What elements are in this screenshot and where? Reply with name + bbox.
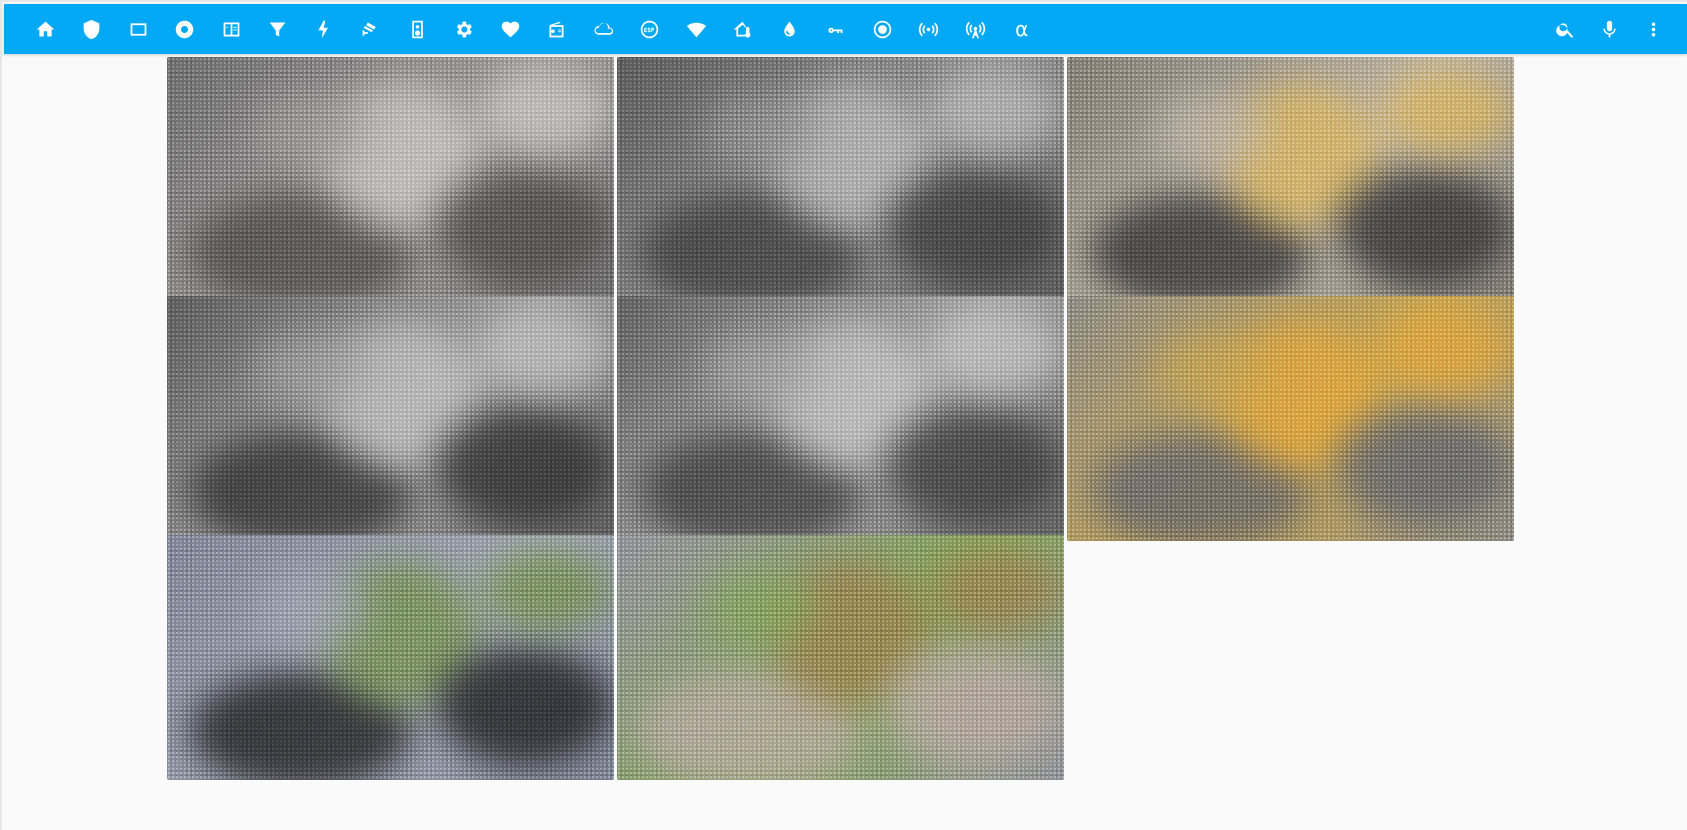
camera-noise-overlay: [167, 57, 614, 302]
microphone-icon: [1599, 19, 1620, 40]
tab-calendar[interactable]: [208, 4, 255, 54]
home-icon: [35, 19, 56, 40]
heart-pulse-icon: [500, 19, 521, 40]
tab-water[interactable]: [766, 4, 813, 54]
tab-icon-bar: α: [22, 4, 1045, 54]
doorbell-icon: [407, 19, 428, 40]
top-navigation-bar: α: [4, 4, 1687, 54]
tab-key[interactable]: [813, 4, 860, 54]
camera-feed[interactable]: [617, 57, 1064, 302]
tab-heart-pulse[interactable]: [487, 4, 534, 54]
tab-shield[interactable]: [69, 4, 116, 54]
action-search[interactable]: [1543, 4, 1587, 54]
tab-lightning[interactable]: [301, 4, 348, 54]
key-icon: [825, 19, 846, 40]
action-more-vertical[interactable]: [1631, 4, 1675, 54]
radiobox-icon: [872, 19, 893, 40]
tab-record[interactable]: [162, 4, 209, 54]
antenna-icon: [965, 19, 986, 40]
tab-home-thermometer[interactable]: [720, 4, 767, 54]
tab-cctv[interactable]: [348, 4, 395, 54]
tab-radiobox[interactable]: [859, 4, 906, 54]
camera-noise-overlay: [617, 57, 1064, 302]
record-icon: [174, 19, 195, 40]
tab-doorbell[interactable]: [394, 4, 441, 54]
search-icon: [1555, 19, 1576, 40]
camera-noise-overlay: [167, 296, 614, 541]
camera-noise-overlay: [617, 535, 1064, 780]
access-point-icon: [918, 19, 939, 40]
camera-noise-overlay: [617, 296, 1064, 541]
esp-icon: [639, 19, 660, 40]
tab-gear[interactable]: [441, 4, 488, 54]
cctv-icon: [360, 19, 381, 40]
toolbar-actions: [1543, 4, 1675, 54]
camera-feed[interactable]: [617, 535, 1064, 780]
tab-antenna[interactable]: [952, 4, 999, 54]
tab-home[interactable]: [22, 4, 69, 54]
filter-icon: [267, 19, 288, 40]
camera-feed[interactable]: [617, 296, 1064, 541]
camera-noise-overlay: [1067, 296, 1514, 541]
app-window: α: [0, 0, 1687, 830]
action-microphone[interactable]: [1587, 4, 1631, 54]
lightning-icon: [314, 19, 335, 40]
camera-noise-overlay: [1067, 57, 1514, 302]
water-icon: [779, 19, 800, 40]
calendar-icon: [221, 19, 242, 40]
tab-radio[interactable]: [534, 4, 581, 54]
tab-monitor[interactable]: [115, 4, 162, 54]
tab-cloud[interactable]: [580, 4, 627, 54]
camera-feed[interactable]: [167, 535, 614, 780]
camera-noise-overlay: [167, 535, 614, 780]
gear-icon: [453, 19, 474, 40]
shield-icon: [81, 19, 102, 40]
monitor-icon: [128, 19, 149, 40]
tab-esp[interactable]: [627, 4, 674, 54]
tab-wifi-alert[interactable]: [673, 4, 720, 54]
camera-feed[interactable]: [1067, 296, 1514, 541]
camera-feed[interactable]: [1067, 57, 1514, 302]
home-thermometer-icon: [732, 19, 753, 40]
more-vertical-icon: [1643, 19, 1664, 40]
wifi-alert-icon: [686, 19, 707, 40]
camera-feed[interactable]: [167, 57, 614, 302]
tab-filter[interactable]: [255, 4, 302, 54]
tab-access-point[interactable]: [906, 4, 953, 54]
radio-icon: [546, 19, 567, 40]
cloud-icon: [593, 19, 614, 40]
tab-alpha[interactable]: α: [999, 4, 1046, 54]
alpha-icon: α: [1015, 17, 1029, 41]
camera-feed[interactable]: [167, 296, 614, 541]
